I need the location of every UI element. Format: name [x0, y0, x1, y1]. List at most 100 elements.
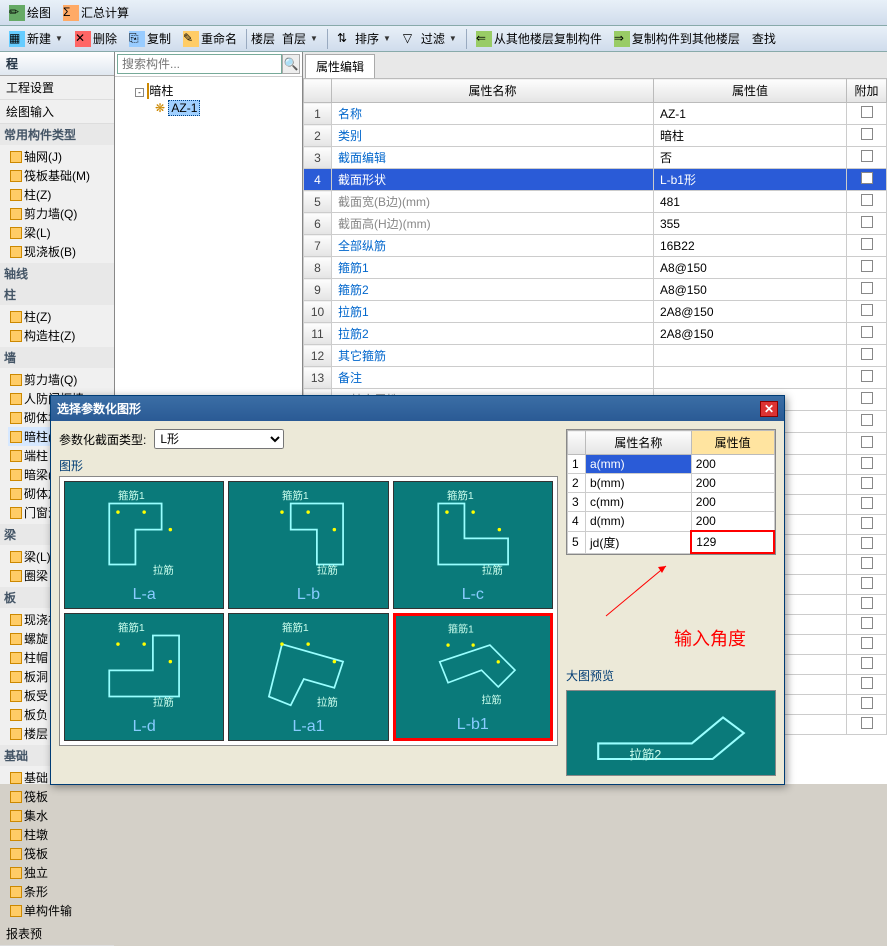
checkbox[interactable]: [861, 326, 873, 338]
checkbox[interactable]: [861, 717, 873, 729]
property-row[interactable]: 3截面编辑否: [304, 147, 887, 169]
checkbox[interactable]: [861, 128, 873, 140]
property-row[interactable]: 7全部纵筋16B22: [304, 235, 887, 257]
nav-tree-item[interactable]: 柱(Z): [8, 185, 114, 204]
shape-option-L-b1[interactable]: 箍筋1拉筋L-b1: [393, 613, 553, 741]
property-row[interactable]: 5截面宽(B边)(mm)481: [304, 191, 887, 213]
checkbox[interactable]: [861, 348, 873, 360]
checkbox[interactable]: [861, 216, 873, 228]
expand-icon[interactable]: -: [135, 88, 144, 97]
param-row[interactable]: 1a(mm)200: [568, 455, 775, 474]
sort-button[interactable]: ⇅排序▼: [332, 27, 396, 50]
nav-tree-item[interactable]: 构造柱(Z): [8, 326, 114, 345]
nav-tree-item[interactable]: 剪力墙(Q): [8, 204, 114, 223]
floor-select[interactable]: 首层▼: [277, 27, 323, 50]
checkbox[interactable]: [861, 150, 873, 162]
tab-property-edit[interactable]: 属性编辑: [305, 54, 375, 78]
calc-button[interactable]: Σ汇总计算: [58, 1, 134, 24]
param-row[interactable]: 2b(mm)200: [568, 474, 775, 493]
copy-button[interactable]: ⎘复制: [124, 27, 176, 50]
property-row[interactable]: 6截面高(H边)(mm)355: [304, 213, 887, 235]
nav-tree-item[interactable]: 筏板: [8, 844, 114, 863]
checkbox[interactable]: [861, 677, 873, 689]
checkbox[interactable]: [861, 238, 873, 250]
property-row[interactable]: 10拉筋12A8@150: [304, 301, 887, 323]
svg-text:箍筋1: 箍筋1: [282, 621, 309, 634]
nav-section-column[interactable]: 柱: [0, 284, 114, 305]
property-row[interactable]: 12其它箍筋: [304, 345, 887, 367]
delete-button[interactable]: ✕删除: [70, 27, 122, 50]
nav-project-settings[interactable]: 工程设置: [0, 76, 114, 100]
checkbox[interactable]: [861, 414, 873, 426]
nav-tree-item[interactable]: 集水: [8, 806, 114, 825]
property-row[interactable]: 11拉筋22A8@150: [304, 323, 887, 345]
checkbox[interactable]: [861, 282, 873, 294]
close-icon[interactable]: ✕: [760, 401, 778, 417]
property-row[interactable]: 8箍筋1A8@150: [304, 257, 887, 279]
nav-tree-item[interactable]: 筏板: [8, 787, 114, 806]
checkbox[interactable]: [861, 657, 873, 669]
nav-section-axis[interactable]: 轴线: [0, 263, 114, 284]
nav-tree-item[interactable]: 柱墩: [8, 825, 114, 844]
shape-option-L-a[interactable]: 箍筋1拉筋L-a: [64, 481, 224, 609]
checkbox[interactable]: [861, 194, 873, 206]
checkbox[interactable]: [861, 106, 873, 118]
nav-tree-item[interactable]: 柱(Z): [8, 307, 114, 326]
checkbox[interactable]: [861, 497, 873, 509]
rename-button[interactable]: ✎重命名: [178, 27, 242, 50]
checkbox[interactable]: [861, 577, 873, 589]
nav-section-wall[interactable]: 墙: [0, 347, 114, 368]
nav-tree-item[interactable]: 梁(L): [8, 223, 114, 242]
checkbox[interactable]: [861, 597, 873, 609]
nav-tree-item[interactable]: 筏板基础(M): [8, 166, 114, 185]
nav-tree-item[interactable]: 现浇板(B): [8, 242, 114, 261]
param-row[interactable]: 4d(mm)200: [568, 512, 775, 532]
checkbox[interactable]: [861, 537, 873, 549]
checkbox[interactable]: [861, 617, 873, 629]
checkbox[interactable]: [861, 697, 873, 709]
checkbox[interactable]: [861, 370, 873, 382]
nav-tree-item[interactable]: 单构件输: [8, 901, 114, 920]
draw-button[interactable]: ✏绘图: [4, 1, 56, 24]
property-row[interactable]: 1名称AZ-1: [304, 103, 887, 125]
property-row[interactable]: 2类别暗柱: [304, 125, 887, 147]
checkbox[interactable]: [861, 172, 873, 184]
find-button[interactable]: 查找: [747, 27, 781, 50]
filter-button[interactable]: ▽过滤▼: [398, 27, 462, 50]
param-row[interactable]: 5jd(度)129: [568, 531, 775, 553]
nav-tree-item[interactable]: 轴网(J): [8, 147, 114, 166]
checkbox[interactable]: [861, 457, 873, 469]
dialog-titlebar[interactable]: 选择参数化图形 ✕: [51, 396, 784, 421]
nav-tree-item[interactable]: 条形: [8, 882, 114, 901]
section-type-select[interactable]: L形: [154, 429, 284, 449]
property-row[interactable]: 13备注: [304, 367, 887, 389]
copy-from-floor-button[interactable]: ⇐从其他楼层复制构件: [471, 27, 607, 50]
checkbox[interactable]: [861, 517, 873, 529]
checkbox[interactable]: [861, 557, 873, 569]
checkbox[interactable]: [861, 436, 873, 448]
nav-report[interactable]: 报表预: [0, 922, 114, 946]
nav-draw-input[interactable]: 绘图输入: [0, 100, 114, 124]
param-row[interactable]: 3c(mm)200: [568, 493, 775, 512]
property-row[interactable]: 4截面形状L-b1形: [304, 169, 887, 191]
shape-option-L-a1[interactable]: 箍筋1拉筋L-a1: [228, 613, 388, 741]
checkbox[interactable]: [861, 477, 873, 489]
nav-section-common[interactable]: 常用构件类型: [0, 124, 114, 145]
checkbox[interactable]: [861, 637, 873, 649]
search-input[interactable]: [117, 54, 282, 74]
shape-option-L-c[interactable]: 箍筋1拉筋L-c: [393, 481, 553, 609]
checkbox[interactable]: [861, 304, 873, 316]
tree-node-root[interactable]: - 暗柱: [119, 81, 298, 100]
checkbox[interactable]: [861, 260, 873, 272]
new-button[interactable]: ▦新建▼: [4, 27, 68, 50]
node-icon: [10, 905, 22, 917]
nav-tree-item[interactable]: 独立: [8, 863, 114, 882]
shape-option-L-b[interactable]: 箍筋1拉筋L-b: [228, 481, 388, 609]
copy-to-floor-button[interactable]: ⇒复制构件到其他楼层: [609, 27, 745, 50]
search-button[interactable]: 🔍: [282, 54, 300, 74]
shape-option-L-d[interactable]: 箍筋1拉筋L-d: [64, 613, 224, 741]
checkbox[interactable]: [861, 392, 873, 404]
property-row[interactable]: 9箍筋2A8@150: [304, 279, 887, 301]
tree-node-child[interactable]: ❋ AZ-1: [119, 100, 298, 116]
nav-tree-item[interactable]: 剪力墙(Q): [8, 370, 114, 389]
